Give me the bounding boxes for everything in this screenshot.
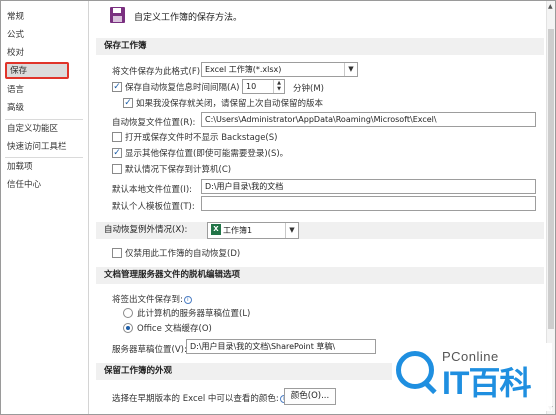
scrollbar-thumb[interactable] — [548, 29, 554, 329]
info-icon: i — [183, 295, 192, 304]
chevron-down-icon: ▼ — [344, 63, 357, 76]
watermark-brand-text: IT百科 — [442, 365, 531, 401]
default-local-location-field[interactable]: D:\用户目录\我的文档 — [201, 179, 536, 194]
scroll-up-icon[interactable]: ▲ — [548, 3, 553, 10]
sidebar-divider — [5, 157, 83, 158]
exceptions-workbook-dropdown[interactable]: X 工作簿1 ▼ — [207, 222, 299, 239]
sidebar-item-add-ins[interactable]: 加载项 — [7, 160, 33, 175]
show-more-locations-checkbox[interactable]: ✓ — [112, 148, 122, 158]
sidebar-item-quick-access-toolbar[interactable]: 快速访问工具栏 — [7, 140, 67, 155]
server-drafts-location-field[interactable]: D:\用户目录\我的文档\SharePoint 草稿\ — [186, 339, 376, 354]
autorecover-minutes-value: 10 — [246, 82, 257, 91]
colors-button[interactable]: 颜色(O)... — [284, 388, 336, 405]
save-to-computer-label: 默认情况下保存到计算机(C) — [125, 165, 232, 175]
section-header-autorecover-exceptions: 自动恢复例外情况(X): — [96, 222, 544, 239]
template-location-field[interactable] — [201, 196, 536, 211]
options-sidebar: 常规 公式 校对 保存 语言 高级 自定义功能区 快速访问工具栏 加载项 信任中… — [1, 1, 89, 414]
keep-last-version-checkbox[interactable]: ✓ — [123, 98, 133, 108]
autorecover-checkbox[interactable]: ✓ — [112, 82, 122, 92]
save-format-dropdown[interactable]: Excel 工作簿(*.xlsx) ▼ — [201, 62, 358, 77]
sidebar-item-save[interactable]: 保存 — [5, 62, 69, 79]
disable-autorecover-label: 仅禁用此工作簿的自动恢复(D) — [125, 249, 241, 259]
magnifier-logo-icon — [396, 351, 434, 389]
section-header-save-workbooks: 保存工作簿 — [96, 38, 544, 55]
show-more-locations-label: 显示其他保存位置(即使可能需要登录)(S)。 — [125, 149, 289, 159]
sidebar-item-customize-ribbon[interactable]: 自定义功能区 — [7, 122, 58, 137]
section-header-offline-editing: 文档管理服务器文件的脱机编辑选项 — [96, 267, 544, 284]
save-format-label: 将文件保存为此格式(F): — [112, 67, 203, 77]
chevron-down-icon: ▼ — [285, 223, 298, 238]
no-backstage-checkbox[interactable] — [112, 132, 122, 142]
autorecover-label: 保存自动恢复信息时间间隔(A) — [125, 83, 240, 93]
page-intro: 自定义工作簿的保存方法。 — [134, 13, 243, 23]
disable-autorecover-checkbox[interactable] — [112, 248, 122, 258]
exceptions-workbook-value: 工作簿1 — [223, 226, 253, 235]
server-drafts-location-label: 服务器草稿位置(V): — [112, 345, 187, 355]
sidebar-item-advanced[interactable]: 高级 — [7, 101, 24, 116]
keep-last-version-label: 如果我没保存就关闭，请保留上次自动保留的版本 — [136, 99, 324, 109]
sidebar-divider — [5, 119, 83, 120]
autorecover-location-field[interactable]: C:\Users\Administrator\AppData\Roaming\M… — [201, 112, 536, 127]
default-local-location-label: 默认本地文件位置(I): — [112, 185, 193, 195]
spinner-arrows-icon[interactable]: ▲ ▼ — [273, 80, 284, 93]
sidebar-item-general[interactable]: 常规 — [7, 10, 24, 25]
excel-icon: X — [211, 224, 221, 235]
sidebar-item-proofing[interactable]: 校对 — [7, 46, 24, 61]
sidebar-item-formulas[interactable]: 公式 — [7, 28, 24, 43]
option-office-cache-label: Office 文档缓存(O) — [137, 324, 212, 334]
colors-label: 选择在早期版本的 Excel 中可以查看的颜色:i — [112, 392, 288, 404]
autorecover-minutes-spinner[interactable]: 10 ▲ ▼ — [242, 79, 285, 94]
autorecover-location-label: 自动恢复文件位置(R): — [112, 118, 196, 128]
option-office-cache-radio[interactable] — [123, 323, 133, 333]
option-server-drafts-label: 此计算机的服务器草稿位置(L) — [137, 309, 251, 319]
minutes-label: 分钟(M) — [293, 84, 324, 94]
watermark-pconline-text: PConline — [442, 349, 499, 364]
pconline-watermark: PConline IT百科 — [392, 343, 552, 411]
save-checked-out-label: 将签出文件保存到: i — [112, 293, 192, 305]
floppy-disk-icon — [110, 7, 125, 23]
template-location-label: 默认个人模板位置(T): — [112, 202, 195, 212]
sidebar-item-trust-center[interactable]: 信任中心 — [7, 178, 41, 193]
save-to-computer-checkbox[interactable] — [112, 164, 122, 174]
save-format-value: Excel 工作簿(*.xlsx) — [205, 65, 282, 74]
no-backstage-label: 打开或保存文件时不显示 Backstage(S) — [125, 133, 278, 143]
option-server-drafts-radio[interactable] — [123, 308, 133, 318]
sidebar-item-language[interactable]: 语言 — [7, 83, 24, 98]
exceptions-label: 自动恢复例外情况(X): — [104, 225, 188, 235]
